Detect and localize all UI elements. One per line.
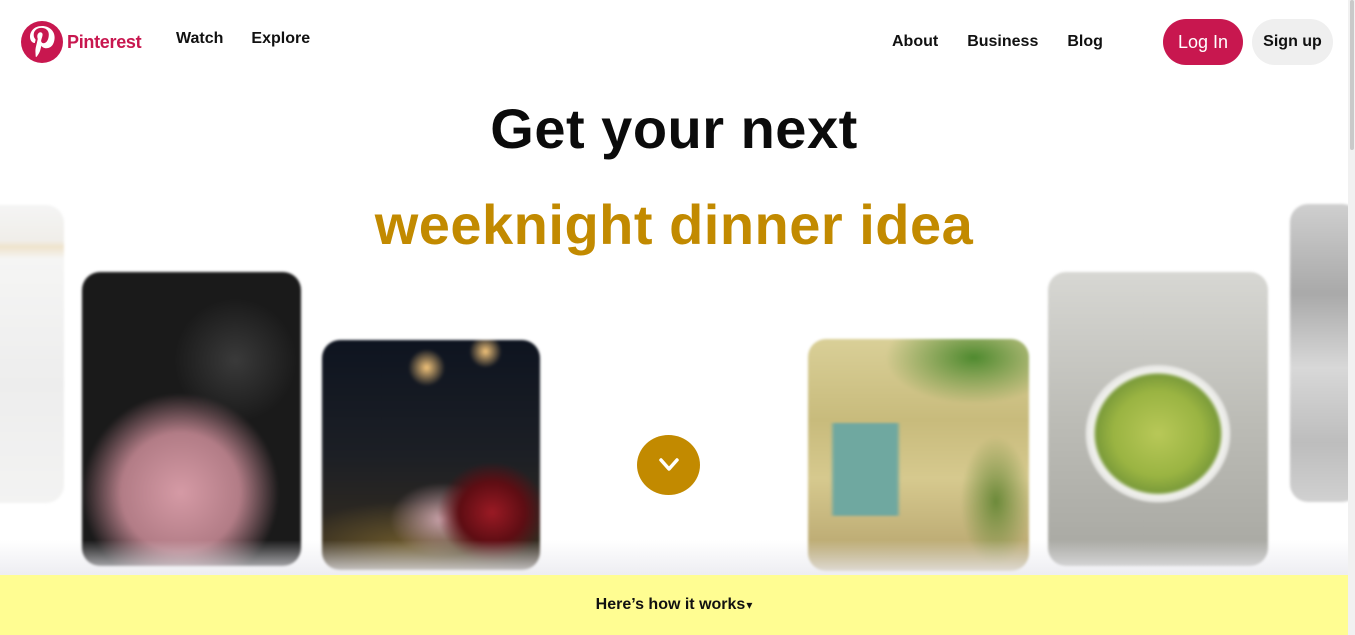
logo-wordmark: Pinterest bbox=[67, 31, 142, 52]
tile-pink-flowers[interactable] bbox=[82, 272, 301, 566]
nav-watch[interactable]: Watch bbox=[176, 30, 223, 48]
page-scrollbar[interactable] bbox=[1348, 0, 1355, 635]
tiles-fade-overlay bbox=[0, 540, 1348, 576]
nav-business[interactable]: Business bbox=[967, 33, 1038, 51]
pinterest-logo[interactable]: Pinterest bbox=[21, 21, 142, 63]
scrollbar-thumb[interactable] bbox=[1350, 0, 1354, 150]
how-it-works-banner[interactable]: Here’s how it works ▾ bbox=[0, 575, 1348, 635]
how-it-works-label: Here’s how it works bbox=[595, 596, 746, 613]
tile-stone-cottage-door[interactable] bbox=[808, 339, 1029, 571]
caret-down-icon: ▾ bbox=[746, 598, 753, 612]
hero-title: Get your next bbox=[490, 97, 858, 160]
tile-white-partial[interactable] bbox=[0, 205, 64, 503]
hero-subtitle: weeknight dinner idea bbox=[374, 193, 974, 256]
signup-button[interactable]: Sign up bbox=[1252, 19, 1333, 65]
pinterest-p-icon bbox=[21, 21, 63, 63]
tile-gray-partial[interactable] bbox=[1290, 204, 1355, 502]
top-nav: Pinterest Watch Explore About Business B… bbox=[0, 0, 1348, 84]
nav-right: About Business Blog bbox=[892, 33, 1103, 51]
scroll-down-button[interactable] bbox=[637, 435, 700, 495]
tile-night-street-roses[interactable] bbox=[322, 340, 540, 570]
nav-blog[interactable]: Blog bbox=[1067, 33, 1103, 51]
nav-about[interactable]: About bbox=[892, 33, 938, 51]
nav-left: Watch Explore bbox=[176, 30, 310, 48]
nav-explore[interactable]: Explore bbox=[251, 30, 310, 48]
chevron-down-icon bbox=[658, 458, 679, 471]
login-button[interactable]: Log In bbox=[1163, 19, 1243, 65]
tile-bowl-of-pears[interactable] bbox=[1048, 272, 1268, 566]
